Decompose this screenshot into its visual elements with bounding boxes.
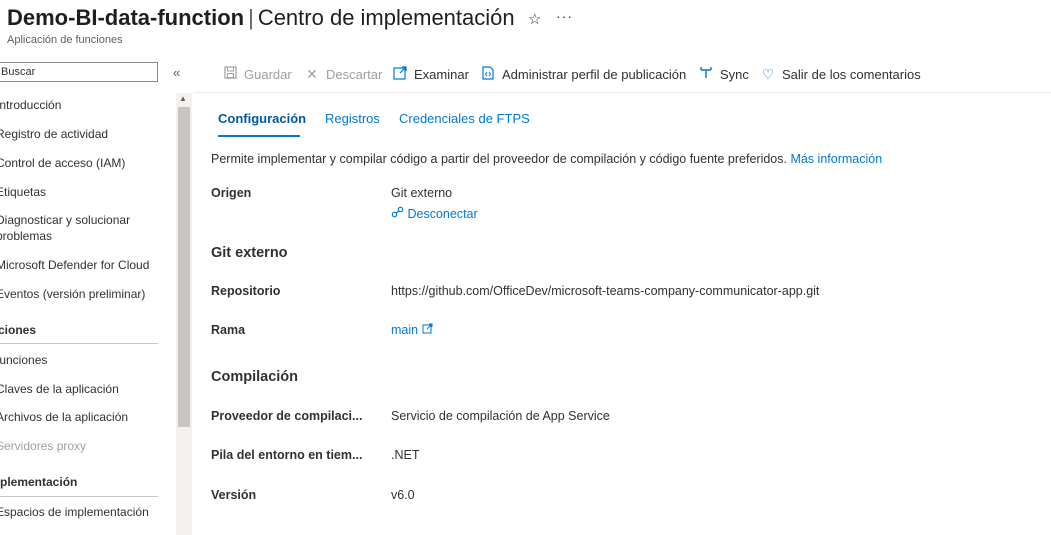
git-section-heading: Git externo bbox=[211, 245, 288, 261]
close-icon: ✕ bbox=[306, 66, 318, 82]
publish-profile-icon bbox=[480, 66, 496, 83]
sidebar-section-implementacion: Implementación bbox=[0, 475, 78, 489]
repo-label: Repositorio bbox=[211, 284, 281, 298]
resource-name: Demo-BI-data-function bbox=[7, 5, 245, 30]
sidebar-item-eventos[interactable]: Eventos (versión preliminar) bbox=[0, 286, 145, 302]
sync-label: Sync bbox=[720, 67, 749, 82]
sidebar-divider bbox=[0, 496, 158, 497]
feedback-button[interactable]: ♡ Salir de los comentarios bbox=[760, 66, 921, 83]
sidebar-item-funciones[interactable]: Funciones bbox=[0, 352, 47, 368]
more-info-link[interactable]: Más información bbox=[790, 152, 882, 166]
manage-publish-profile-button[interactable]: Administrar perfil de publicación bbox=[480, 66, 686, 83]
page-title: Demo-BI-data-function | Centro de implemen… bbox=[7, 5, 515, 31]
sync-button[interactable]: Sync bbox=[698, 66, 749, 83]
sidebar-divider bbox=[0, 343, 158, 344]
disconnect-link[interactable]: Desconectar bbox=[391, 206, 478, 221]
page-name: Centro de implementación bbox=[257, 5, 515, 30]
tab-configuracion[interactable]: Configuración bbox=[218, 111, 306, 126]
sidebar-item-introduccion[interactable]: Introducción bbox=[0, 97, 61, 113]
more-options-icon[interactable]: ··· bbox=[556, 8, 573, 24]
repo-value: https://github.com/OfficeDev/microsoft-t… bbox=[391, 284, 820, 298]
toolbar-divider bbox=[194, 92, 1051, 93]
open-external-icon bbox=[392, 66, 408, 83]
sidebar-item-etiquetas[interactable]: Etiquetas bbox=[0, 184, 46, 200]
feedback-label: Salir de los comentarios bbox=[782, 67, 921, 82]
sidebar-item-servidores-proxy: Servidores proxy bbox=[0, 439, 87, 453]
sidebar-item-claves[interactable]: Claves de la aplicación bbox=[0, 381, 119, 397]
build-provider-label: Proveedor de compilaci... bbox=[211, 409, 363, 423]
build-section-heading: Compilación bbox=[211, 369, 299, 385]
browse-label: Examinar bbox=[414, 67, 469, 82]
sidebar-item-control-acceso[interactable]: Control de acceso (IAM) bbox=[0, 155, 125, 171]
sidebar-item-registro-actividad[interactable]: Registro de actividad bbox=[0, 126, 108, 142]
build-provider-value: Servicio de compilación de App Service bbox=[391, 409, 610, 423]
save-icon bbox=[222, 66, 238, 82]
external-link-icon bbox=[422, 323, 433, 337]
sidebar-item-defender[interactable]: Microsoft Defender for Cloud bbox=[0, 257, 149, 273]
source-value: Git externo bbox=[391, 186, 453, 200]
sidebar-search-input[interactable] bbox=[0, 62, 158, 82]
browse-button[interactable]: Examinar bbox=[392, 66, 469, 83]
manage-profile-label: Administrar perfil de publicación bbox=[502, 67, 687, 82]
sync-icon bbox=[698, 66, 714, 83]
favorite-star-icon[interactable]: ☆ bbox=[528, 10, 541, 28]
version-value: v6.0 bbox=[391, 488, 415, 502]
discard-label: Descartar bbox=[326, 67, 383, 82]
save-button[interactable]: Guardar bbox=[222, 66, 292, 82]
discard-button[interactable]: ✕ Descartar bbox=[304, 66, 382, 83]
save-label: Guardar bbox=[244, 66, 292, 82]
tab-registros[interactable]: Registros bbox=[325, 111, 380, 126]
runtime-stack-label: Pila del entorno en tiem... bbox=[211, 448, 363, 462]
heart-icon: ♡ bbox=[761, 66, 775, 82]
sidebar-scrollbar-thumb[interactable] bbox=[178, 107, 190, 427]
disconnect-icon bbox=[391, 206, 407, 221]
branch-label: Rama bbox=[211, 323, 246, 337]
branch-value: main bbox=[391, 323, 419, 337]
sidebar-item-diagnosticar-cont[interactable]: problemas bbox=[0, 228, 52, 244]
runtime-stack-value: .NET bbox=[391, 448, 420, 462]
resource-type-subtitle: Aplicación de funciones bbox=[7, 34, 123, 46]
version-label: Versión bbox=[211, 488, 257, 502]
tab-credenciales-ftps[interactable]: Credenciales de FTPS bbox=[399, 111, 530, 126]
sidebar-item-espacios[interactable]: Espacios de implementación bbox=[0, 504, 149, 520]
description-text: Permite implementar y compilar código a … bbox=[211, 152, 882, 166]
title-separator: | bbox=[248, 5, 254, 30]
sidebar-item-diagnosticar[interactable]: Diagnosticar y solucionar bbox=[0, 212, 130, 228]
disconnect-label: Desconectar bbox=[407, 207, 478, 221]
source-label: Origen bbox=[211, 186, 252, 200]
sidebar-section-funciones: Funciones bbox=[0, 323, 37, 337]
collapse-sidebar-icon[interactable]: « bbox=[173, 65, 180, 80]
branch-link[interactable]: main bbox=[391, 323, 433, 337]
scroll-up-arrow-icon[interactable]: ▲ bbox=[179, 94, 187, 103]
description: Permite implementar y compilar código a … bbox=[211, 152, 787, 166]
active-tab-indicator bbox=[218, 135, 300, 137]
sidebar-item-archivos[interactable]: Archivos de la aplicación bbox=[0, 409, 128, 425]
